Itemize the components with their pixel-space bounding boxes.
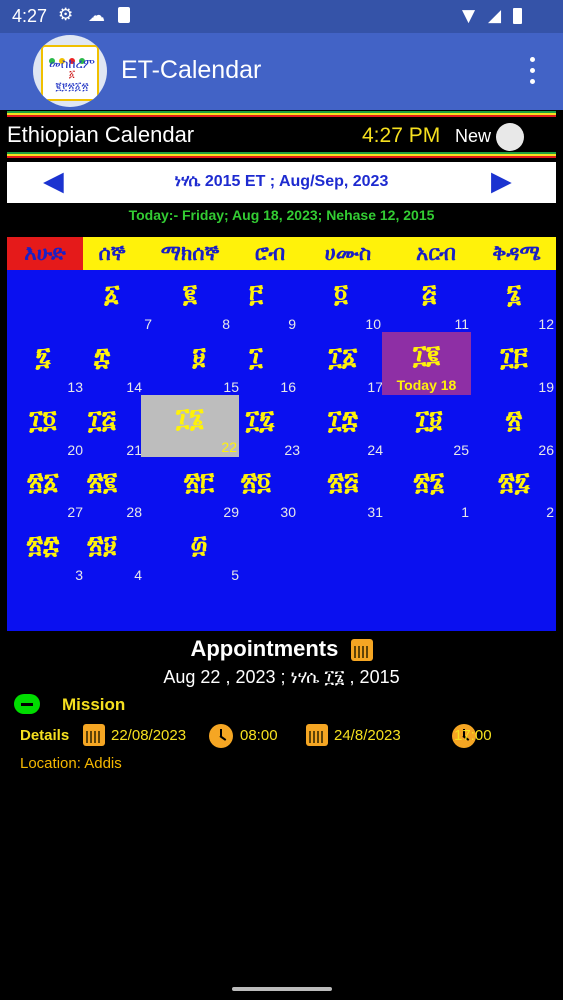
sd-card-icon — [118, 7, 130, 23]
flag-stripe-red — [7, 115, 556, 117]
calendar-title: Ethiopian Calendar — [7, 122, 195, 147]
battery-icon — [513, 8, 522, 24]
current-time: 4:27 PM — [362, 124, 441, 147]
calendar-day[interactable]: ፳፱ 4 — [66, 522, 144, 585]
calendar-day[interactable]: ፳፭ 31 — [307, 459, 385, 522]
calendar-day[interactable]: ፲፩ 17 — [307, 334, 385, 397]
appointment-location: Location: Addis — [20, 755, 122, 772]
overflow-menu-icon[interactable] — [524, 56, 542, 86]
calendar-day[interactable]: ፳፮ 1 — [393, 459, 471, 522]
month-navigation: ◀ ነሃሴ 2015 ET ; Aug/Sep, 2023 ▶ — [7, 162, 556, 203]
calendar-day[interactable]: ፭ 11 — [393, 271, 471, 334]
month-label: ነሃሴ 2015 ET ; Aug/Sep, 2023 — [174, 173, 389, 190]
logo-text-year: ፪፻፳፩፳ — [55, 80, 89, 93]
app-title: ET-Calendar — [121, 56, 262, 84]
calendar-day-today[interactable]: ፲፪ Today 18 — [382, 332, 471, 395]
calendar-day[interactable]: ፲፯ 23 — [224, 397, 302, 460]
details-label: Details — [20, 727, 70, 744]
weekday-tuesday: ማክሰኞ — [141, 237, 239, 270]
status-bar: 4:27 ⚙ ☁ ▼ ◢ — [0, 0, 563, 33]
start-time: 08:00 — [240, 727, 278, 744]
calendar-day[interactable]: ፲ 16 — [220, 334, 298, 397]
appointment-name[interactable]: Mission — [62, 695, 125, 715]
next-month-arrow-icon[interactable]: ▶ — [491, 166, 512, 198]
flag-stripe-red-2 — [7, 156, 556, 158]
cloud-icon: ☁ — [88, 6, 105, 26]
calendar-day[interactable]: ፫9 — [220, 271, 298, 334]
new-label: New — [455, 126, 492, 146]
weekday-saturday: ቅዳሜ — [477, 237, 556, 270]
appointments-title: Appointments — [190, 636, 339, 661]
remove-appointment-icon[interactable] — [14, 694, 40, 714]
appointment-details: Details 22/08/2023 08:00 24/8/2023 17:00 — [0, 722, 563, 750]
wifi-icon: ▼ — [462, 6, 476, 26]
calendar-day[interactable]: ፳፯ 2 — [478, 459, 556, 522]
calendar-grid: እሁድ ሰኞ ማክሰኞ ሮብ ሀሙስ አርብ ቅዳሜ ፩7 ፪8 ፫9 ፬ 10 … — [7, 237, 556, 631]
appointments-date: Aug 22 , 2023 ; ነሃሴ ፲፮ , 2015 — [163, 667, 400, 687]
gear-icon: ⚙ — [58, 5, 74, 25]
logo-text-day: ፩ — [68, 69, 76, 80]
calendar-day[interactable]: ፴5 — [163, 522, 241, 585]
weekday-thursday: ሀሙስ — [301, 237, 395, 270]
calendar-day[interactable]: ፩7 — [76, 271, 154, 334]
weekday-wednesday: ሮብ — [239, 237, 301, 270]
start-date-calendar-icon — [83, 724, 105, 746]
end-time: 17:00 — [454, 727, 492, 744]
calendar-day[interactable]: ፲፱ 25 — [393, 397, 471, 460]
signal-icon: ◢ — [488, 6, 502, 26]
calendar-day[interactable]: ፲፰ 24 — [307, 397, 385, 460]
calendar-icon[interactable] — [350, 639, 373, 662]
start-time-clock-icon — [209, 724, 233, 748]
status-time: 4:27 — [12, 6, 48, 26]
calendar-day[interactable]: ፰ 14 — [66, 334, 144, 397]
calendar-day[interactable]: ፳፪ 28 — [66, 459, 144, 522]
weekday-sunday: እሁድ — [7, 237, 83, 270]
app-logo: መስከረም ፩ ፪፻፳፩፳ — [33, 35, 107, 107]
calendar-day[interactable]: ፳ 26 — [478, 397, 556, 460]
calendar-day[interactable]: ፮ 12 — [478, 271, 556, 334]
home-indicator[interactable] — [232, 987, 332, 991]
start-date: 22/08/2023 — [111, 727, 187, 744]
calendar-day[interactable]: ፲፭ 21 — [66, 397, 144, 460]
weekday-monday: ሰኞ — [83, 237, 141, 270]
calendar-day[interactable]: ፳፬ 30 — [220, 459, 298, 522]
new-toggle[interactable] — [496, 123, 524, 151]
end-date: 24/8/2023 — [334, 727, 401, 744]
appointments-header: Appointments — [0, 636, 563, 662]
calendar-day[interactable]: ፬ 10 — [305, 271, 383, 334]
weekday-friday: አርብ — [395, 237, 477, 270]
end-date-calendar-icon — [306, 724, 328, 746]
today-info: Today:- Friday; Aug 18, 2023; Nehase 12,… — [128, 207, 435, 223]
calendar-day[interactable]: ፲፫ 19 — [478, 334, 556, 397]
